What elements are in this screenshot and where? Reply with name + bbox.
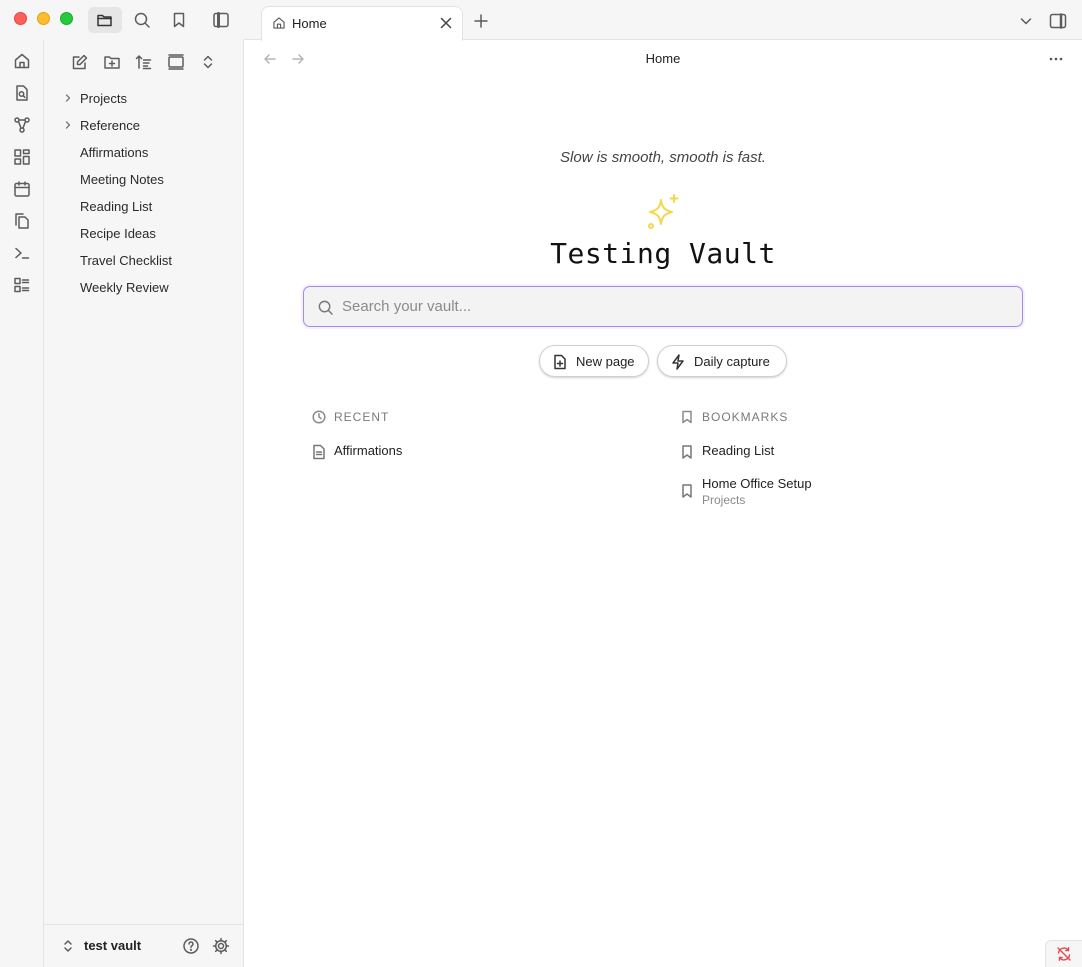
vault-footer: test vault — [44, 924, 244, 967]
tab-label: Home — [292, 16, 327, 31]
tree-file-affirmations[interactable]: Affirmations — [44, 139, 244, 166]
tree-item-label: Weekly Review — [80, 280, 169, 295]
sync-status[interactable] — [1045, 940, 1082, 967]
sort-icon[interactable] — [131, 49, 157, 75]
daily-capture-button[interactable]: Daily capture — [657, 345, 787, 377]
recent-item[interactable]: Affirmations — [312, 443, 562, 461]
vault-switcher-icon[interactable] — [62, 938, 74, 954]
bookmark-item[interactable]: Reading List — [680, 443, 930, 461]
home-icon[interactable] — [10, 49, 34, 73]
files-icon[interactable] — [88, 7, 122, 33]
bookmark-item-label: Reading List — [702, 443, 775, 458]
home-view: Slow is smooth, smooth is fast. Testing … — [244, 77, 1082, 967]
tree-file-travel-checklist[interactable]: Travel Checklist — [44, 247, 244, 274]
tree-item-label: Travel Checklist — [80, 253, 172, 268]
copy-icon[interactable] — [10, 209, 34, 233]
vault-search[interactable] — [303, 286, 1023, 327]
vault-name[interactable]: test vault — [84, 938, 141, 953]
recent-item-label: Affirmations — [334, 443, 403, 458]
search-input[interactable] — [342, 287, 1012, 325]
tree-folder-reference[interactable]: Reference — [44, 112, 244, 139]
help-icon[interactable] — [182, 937, 200, 955]
bookmark-item[interactable]: Home Office Setup Projects — [680, 476, 930, 510]
more-options-icon[interactable] — [1047, 51, 1065, 67]
tree-item-label: Projects — [80, 91, 127, 106]
tree-item-label: Reference — [80, 118, 140, 133]
file-icon — [313, 444, 325, 460]
new-note-icon[interactable] — [67, 49, 93, 75]
window-maximize-button[interactable] — [60, 12, 73, 25]
new-page-label: New page — [576, 354, 635, 369]
explorer-toolbar — [44, 49, 244, 75]
sidebar-toggle-icon[interactable] — [204, 7, 238, 33]
tree-file-weekly-review[interactable]: Weekly Review — [44, 274, 244, 301]
tree-item-label: Meeting Notes — [80, 172, 164, 187]
gear-icon[interactable] — [212, 937, 230, 955]
tree-file-reading-list[interactable]: Reading List — [44, 193, 244, 220]
view-header: Home — [244, 41, 1082, 77]
quote: Slow is smooth, smooth is fast. — [560, 149, 766, 166]
close-icon[interactable] — [439, 16, 453, 30]
bookmarks-heading-label: BOOKMARKS — [702, 410, 789, 424]
titlebar — [0, 0, 244, 40]
search-icon[interactable] — [125, 7, 159, 33]
recent-heading: RECENT — [312, 409, 512, 425]
terminal-icon[interactable] — [10, 241, 34, 265]
new-folder-icon[interactable] — [99, 49, 125, 75]
file-explorer: Projects Reference Affirmations Meeting … — [44, 40, 244, 967]
tree-item-label: Affirmations — [80, 145, 149, 160]
recent-heading-label: RECENT — [334, 410, 390, 424]
tab-home[interactable]: Home — [261, 6, 463, 41]
new-tab-icon[interactable] — [473, 13, 489, 29]
tree-file-recipe-ideas[interactable]: Recipe Ideas — [44, 220, 244, 247]
tree-item-label: Recipe Ideas — [80, 226, 156, 241]
bookmark-icon[interactable] — [162, 7, 196, 33]
daily-capture-label: Daily capture — [694, 354, 770, 369]
right-sidebar-toggle-icon[interactable] — [1049, 12, 1067, 30]
tree-folder-projects[interactable]: Projects — [44, 85, 244, 112]
sync-error-icon — [1057, 947, 1071, 961]
window-minimize-button[interactable] — [37, 12, 50, 25]
bookmark-icon — [682, 445, 692, 459]
new-page-button[interactable]: New page — [539, 345, 649, 377]
bookmark-icon — [682, 484, 692, 498]
canvas-icon[interactable] — [10, 145, 34, 169]
tree-item-label: Reading List — [80, 199, 153, 214]
collapse-view-icon[interactable] — [163, 49, 189, 75]
search-icon — [318, 300, 333, 315]
calendar-icon[interactable] — [10, 177, 34, 201]
bookmark-item-folder: Projects — [702, 493, 746, 507]
bookmarks-heading: BOOKMARKS — [680, 409, 880, 425]
bookmark-item-label: Home Office Setup — [702, 476, 812, 491]
vault-title: Testing Vault — [550, 237, 776, 270]
window-close-button[interactable] — [14, 12, 27, 25]
chevron-down-icon[interactable] — [1019, 14, 1033, 28]
tree-file-meeting-notes[interactable]: Meeting Notes — [44, 166, 244, 193]
graph-icon[interactable] — [10, 113, 34, 137]
expand-collapse-icon[interactable] — [195, 49, 221, 75]
home-icon — [273, 17, 285, 29]
view-title: Home — [645, 51, 681, 66]
search-file-icon[interactable] — [10, 81, 34, 105]
sparkle-icon — [648, 194, 679, 229]
tab-bar: Home — [244, 0, 1082, 41]
ribbon — [0, 40, 44, 967]
outline-icon[interactable] — [10, 273, 34, 297]
file-tree: Projects Reference Affirmations Meeting … — [44, 85, 244, 301]
